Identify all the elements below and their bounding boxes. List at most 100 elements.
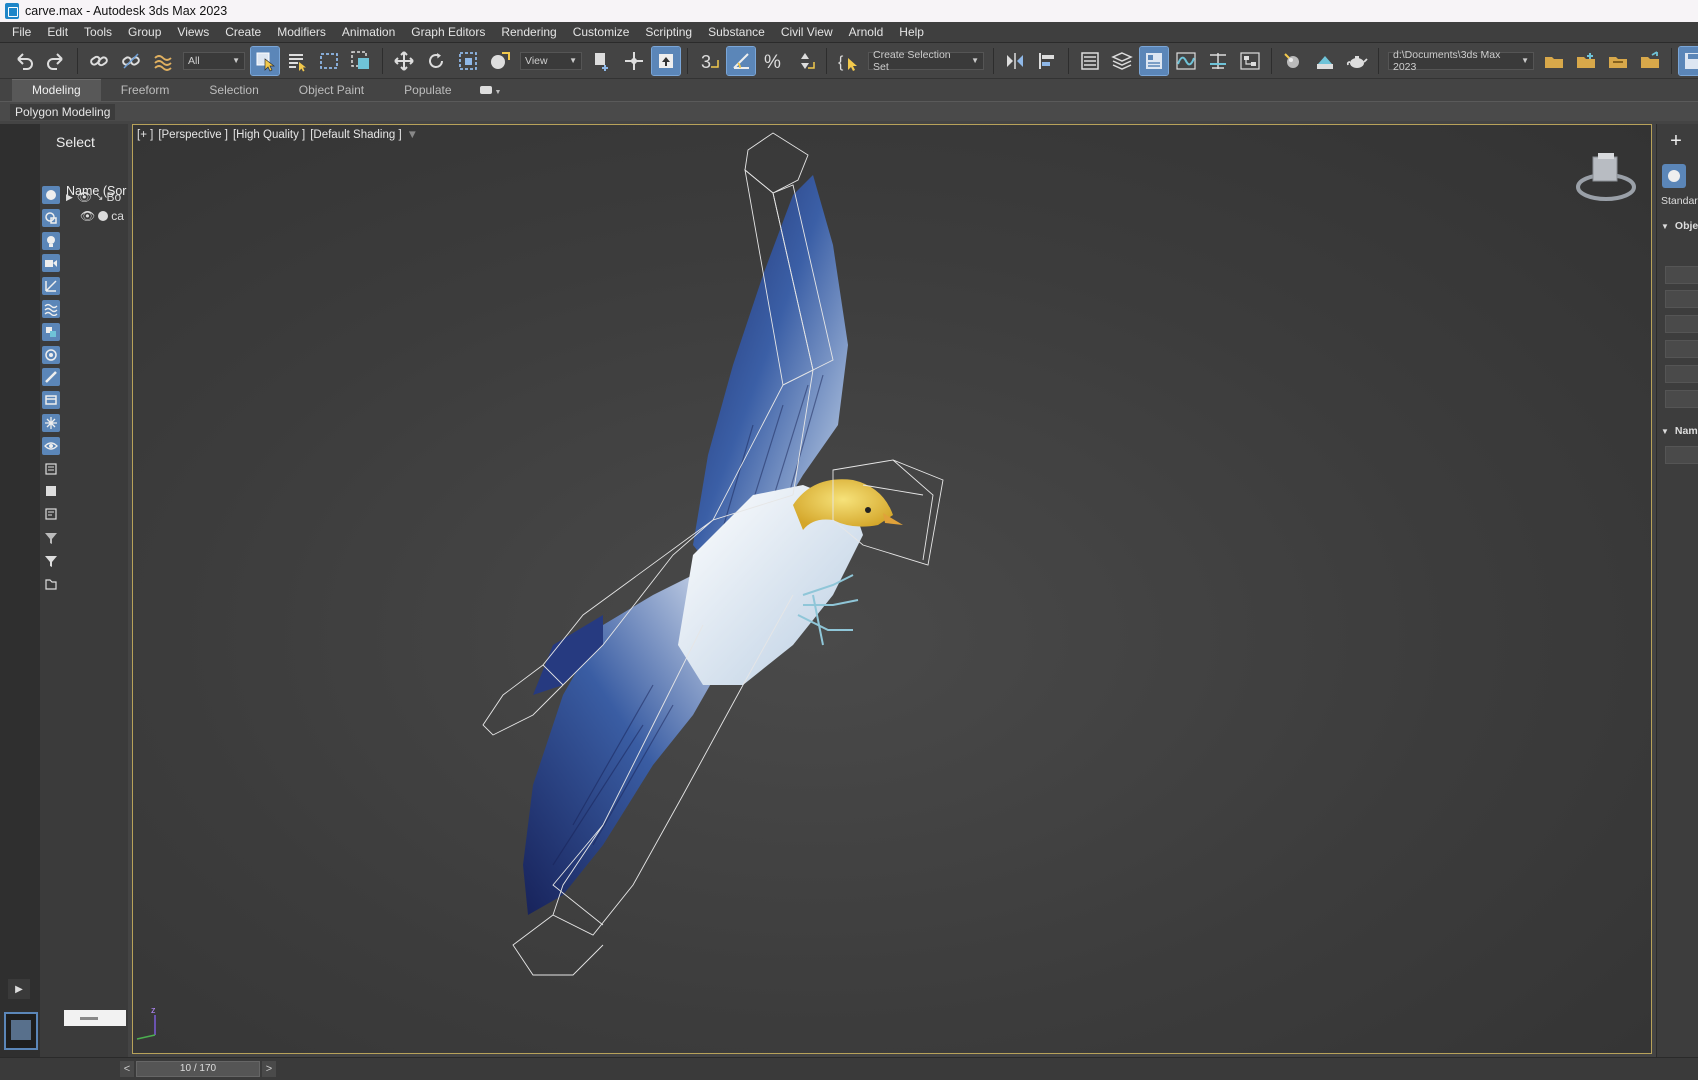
tab-freeform[interactable]: Freeform: [101, 80, 190, 101]
object-type-button[interactable]: [1665, 365, 1698, 383]
tab-selection[interactable]: Selection: [189, 80, 278, 101]
filter-lights-icon[interactable]: [42, 231, 60, 250]
spinner-snap-button[interactable]: [791, 47, 819, 75]
create-tab-plus-icon[interactable]: +: [1665, 130, 1687, 152]
menu-modifiers[interactable]: Modifiers: [269, 25, 334, 39]
primitive-type-dropdown[interactable]: Standard: [1661, 195, 1698, 207]
time-slider[interactable]: 10 / 170: [136, 1061, 260, 1077]
filter-xrefs-icon[interactable]: [42, 345, 60, 364]
mirror-button[interactable]: [1001, 47, 1029, 75]
filter-helpers-icon[interactable]: [42, 277, 60, 296]
edit-named-selection-button[interactable]: {: [834, 47, 862, 75]
window-crossing-button[interactable]: [347, 47, 375, 75]
place-button[interactable]: [486, 47, 514, 75]
viewport-general-menu[interactable]: [+ ]: [137, 129, 153, 141]
bind-space-warp-button[interactable]: [149, 47, 177, 75]
percent-snap-button[interactable]: %: [759, 47, 787, 75]
snaps-toggle-button[interactable]: 3: [695, 47, 723, 75]
prev-frame-button[interactable]: <: [120, 1061, 134, 1077]
menu-edit[interactable]: Edit: [39, 25, 76, 39]
project-open-button[interactable]: [1540, 47, 1568, 75]
geometry-category-icon[interactable]: [1662, 164, 1686, 188]
viewport-point-of-view-menu[interactable]: [Perspective ]: [158, 129, 228, 141]
rotate-button[interactable]: [422, 47, 450, 75]
scale-button[interactable]: [454, 47, 482, 75]
filter-shapes-icon[interactable]: [42, 208, 60, 227]
select-object-button[interactable]: [250, 45, 280, 76]
tab-object-paint[interactable]: Object Paint: [279, 80, 384, 101]
select-manipulate-button[interactable]: [620, 47, 648, 75]
filter-funnel-icon[interactable]: [42, 552, 60, 570]
viewport-layout-expand-button[interactable]: ▶: [8, 979, 30, 999]
schematic-view-button[interactable]: [1236, 47, 1264, 75]
invert-display-icon[interactable]: [42, 505, 60, 523]
object-type-button[interactable]: [1665, 290, 1698, 308]
material-editor-button[interactable]: [1279, 47, 1307, 75]
scene-tree-row-bones[interactable]: ▶ 👁 ↘ Bo: [66, 188, 128, 206]
menu-create[interactable]: Create: [217, 25, 269, 39]
save-workspace-button[interactable]: [1678, 45, 1698, 76]
filter-space-warps-icon[interactable]: [42, 299, 60, 318]
ribbon-options-button[interactable]: ▼: [472, 80, 510, 101]
select-by-name-button[interactable]: [283, 47, 311, 75]
reference-coordinate-dropdown[interactable]: View ▼: [520, 51, 582, 70]
menu-rendering[interactable]: Rendering: [493, 25, 564, 39]
project-new-button[interactable]: [1572, 47, 1600, 75]
eye-visibility-icon[interactable]: 👁: [77, 190, 92, 204]
move-button[interactable]: [390, 47, 418, 75]
perspective-viewport[interactable]: [+ ] [Perspective ] [High Quality ] [Def…: [132, 124, 1652, 1054]
viewcube-icon[interactable]: [1573, 149, 1639, 205]
filter-cameras-icon[interactable]: [42, 254, 60, 273]
next-frame-button[interactable]: >: [262, 1061, 276, 1077]
menu-arnold[interactable]: Arnold: [841, 25, 892, 39]
object-name-field[interactable]: [1665, 446, 1698, 464]
render-setup-button[interactable]: [1311, 47, 1339, 75]
pivot-center-button[interactable]: [588, 47, 616, 75]
ribbon-toggle-button[interactable]: [1139, 45, 1169, 76]
menu-scripting[interactable]: Scripting: [637, 25, 700, 39]
filter-containers-icon[interactable]: [42, 391, 60, 410]
menu-substance[interactable]: Substance: [700, 25, 773, 39]
filter-hidden-icon[interactable]: [42, 436, 60, 455]
filter-frozen-icon[interactable]: [42, 413, 60, 432]
polygon-modeling-panel-label[interactable]: Polygon Modeling: [10, 104, 116, 120]
menu-customize[interactable]: Customize: [565, 25, 638, 39]
tab-modeling[interactable]: Modeling: [12, 79, 101, 101]
keyboard-shortcut-override-button[interactable]: [651, 45, 681, 76]
menu-graph-editors[interactable]: Graph Editors: [403, 25, 493, 39]
project-path-button[interactable]: [1636, 47, 1664, 75]
object-type-button[interactable]: [1665, 315, 1698, 333]
menu-group[interactable]: Group: [120, 25, 169, 39]
scene-tree-row-carve[interactable]: 👁 ca: [66, 207, 128, 225]
object-type-button[interactable]: [1665, 266, 1698, 284]
eye-visibility-icon[interactable]: 👁: [80, 209, 95, 223]
undo-button[interactable]: [10, 47, 38, 75]
dope-sheet-button[interactable]: [1204, 47, 1232, 75]
filter-bones-icon[interactable]: [42, 368, 60, 387]
selection-filter-dropdown[interactable]: All ▼: [183, 51, 245, 70]
eagle-model-render[interactable]: [133, 125, 1652, 1054]
project-structure-button[interactable]: [1604, 47, 1632, 75]
named-selection-dropdown[interactable]: Create Selection Set ▼: [868, 49, 984, 73]
select-dependents-icon[interactable]: [42, 575, 60, 593]
menu-tools[interactable]: Tools: [76, 25, 120, 39]
layer-explorer-button[interactable]: [1108, 47, 1136, 75]
filter-groups-icon[interactable]: [42, 322, 60, 341]
menu-file[interactable]: File: [4, 25, 39, 39]
display-all-icon[interactable]: [42, 460, 60, 478]
viewport-shading-menu[interactable]: [Default Shading ]: [310, 129, 401, 141]
render-production-button[interactable]: [1343, 47, 1371, 75]
align-button[interactable]: [1033, 47, 1061, 75]
unlink-button[interactable]: [117, 47, 145, 75]
object-type-rollout[interactable]: ▼ Obje: [1661, 220, 1698, 232]
angle-snap-button[interactable]: [726, 45, 756, 76]
curve-editor-button[interactable]: [1172, 47, 1200, 75]
viewport-quality-menu[interactable]: [High Quality ]: [233, 129, 305, 141]
display-none-icon[interactable]: [42, 482, 60, 500]
filter-geometry-icon[interactable]: [42, 186, 60, 204]
name-color-rollout[interactable]: ▼ Nam: [1661, 425, 1698, 437]
object-type-button[interactable]: [1665, 340, 1698, 358]
rectangular-selection-button[interactable]: [315, 47, 343, 75]
menu-civil-view[interactable]: Civil View: [773, 25, 841, 39]
tab-populate[interactable]: Populate: [384, 80, 471, 101]
